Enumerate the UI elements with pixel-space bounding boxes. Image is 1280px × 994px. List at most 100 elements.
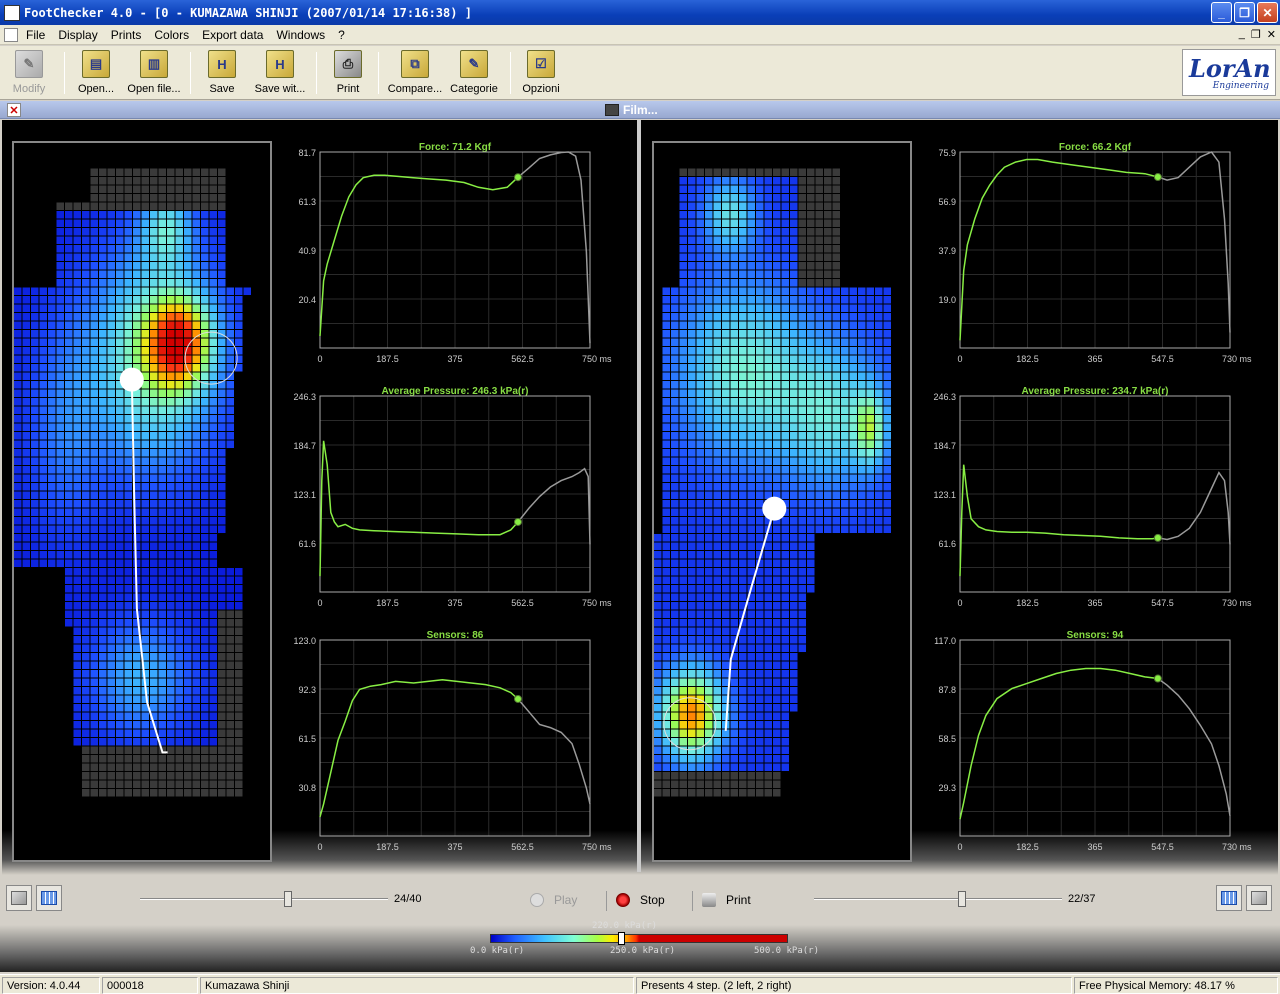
categorie-button[interactable]: ✎ Categorie <box>446 50 502 98</box>
play-button[interactable]: Play <box>530 893 577 907</box>
pressure-cell <box>14 313 22 321</box>
status-memory: Free Physical Memory: 48.17 % <box>1074 977 1278 994</box>
pressure-cell <box>175 313 183 321</box>
pressure-cell <box>201 466 209 474</box>
pressure-cell <box>90 381 98 389</box>
pressure-cell <box>807 355 815 363</box>
pressure-cell <box>31 483 39 491</box>
print-frame-button[interactable]: Print <box>702 893 751 907</box>
pressure-cell <box>22 466 30 474</box>
pressure-cell <box>14 457 22 465</box>
right-frame-slider[interactable] <box>814 889 1062 909</box>
right-view-toggle-button[interactable] <box>1246 885 1272 911</box>
pressure-cell <box>82 245 90 253</box>
pressure-cell <box>841 347 849 355</box>
right-slider-thumb[interactable] <box>958 891 966 907</box>
left-view-toggle-button[interactable] <box>6 885 32 911</box>
left-grid-view-button[interactable] <box>36 885 62 911</box>
pressure-cell <box>150 542 158 550</box>
pressure-cell <box>218 636 226 644</box>
menu-colors[interactable]: Colors <box>154 28 189 42</box>
mdi-minimize-button[interactable]: _ <box>1239 28 1245 41</box>
pressure-color-scale[interactable] <box>490 934 788 943</box>
save-button[interactable]: H Save <box>200 50 244 98</box>
pressure-cell <box>713 627 721 635</box>
pressure-cell <box>756 593 764 601</box>
open-button[interactable]: ▤ Open... <box>74 50 118 98</box>
pressure-cell <box>201 296 209 304</box>
pressure-cell <box>790 457 798 465</box>
right-grid-view-button[interactable] <box>1216 885 1242 911</box>
pressure-cell <box>730 194 738 202</box>
film-close-button[interactable]: ✕ <box>7 103 21 117</box>
left-foot-pressure-map[interactable] <box>12 141 272 862</box>
pressure-cell <box>107 321 115 329</box>
menu-display[interactable]: Display <box>58 28 97 42</box>
right-foot-pressure-map[interactable] <box>652 141 912 862</box>
pressure-cell <box>65 347 73 355</box>
pressure-cell <box>739 381 747 389</box>
open-file-button[interactable]: ▥ Open file... <box>124 50 184 98</box>
pressure-cell <box>764 406 772 414</box>
pressure-cell <box>824 279 832 287</box>
opzioni-button[interactable]: ☑ Opzioni <box>518 50 564 98</box>
pressure-cell <box>124 763 132 771</box>
pressure-cell <box>679 559 687 567</box>
pressure-cell <box>73 576 81 584</box>
pressure-cell <box>192 304 200 312</box>
pressure-cell <box>22 457 30 465</box>
pressure-cell <box>722 568 730 576</box>
pressure-cell <box>31 398 39 406</box>
pressure-cell <box>218 372 226 380</box>
pressure-cell <box>824 219 832 227</box>
close-button[interactable]: ✕ <box>1257 2 1278 23</box>
pressure-cell <box>90 585 98 593</box>
menu-file[interactable]: File <box>26 28 45 42</box>
left-frame-slider[interactable] <box>140 889 388 909</box>
mdi-restore-button[interactable]: ❐ <box>1251 28 1261 41</box>
modify-button[interactable]: ✎ Modify <box>8 50 50 98</box>
pressure-cell <box>14 381 22 389</box>
maximize-button[interactable]: ❐ <box>1234 2 1255 23</box>
pressure-cell <box>209 712 217 720</box>
pressure-cell <box>781 168 789 176</box>
pressure-cell <box>209 321 217 329</box>
pressure-cell <box>90 364 98 372</box>
pressure-cell <box>82 755 90 763</box>
pressure-cell <box>875 304 883 312</box>
left-slider-thumb[interactable] <box>284 891 292 907</box>
pressure-cell <box>849 449 857 457</box>
pressure-cell <box>235 661 243 669</box>
mdi-close-button[interactable]: ✕ <box>1267 28 1276 41</box>
pressure-cell <box>218 304 226 312</box>
pressure-cell <box>14 449 22 457</box>
menu-windows[interactable]: Windows <box>276 28 325 42</box>
pressure-cell <box>883 372 891 380</box>
pressure-cell <box>99 763 107 771</box>
pressure-cell <box>150 508 158 516</box>
pressure-cell <box>739 432 747 440</box>
pressure-cell <box>150 755 158 763</box>
pressure-cell <box>747 279 755 287</box>
pressure-cell <box>713 287 721 295</box>
pressure-cell <box>679 415 687 423</box>
stop-button[interactable]: Stop <box>616 893 665 907</box>
pressure-cell <box>790 355 798 363</box>
pressure-cell <box>99 780 107 788</box>
save-with-button[interactable]: H Save wit... <box>250 50 310 98</box>
compare-button[interactable]: ⧉ Compare... <box>386 50 444 98</box>
pressure-cell <box>875 525 883 533</box>
menu-help[interactable]: ? <box>338 28 345 42</box>
pressure-cell <box>107 296 115 304</box>
compare-icon: ⧉ <box>401 50 429 78</box>
menu-prints[interactable]: Prints <box>111 28 142 42</box>
menu-export-data[interactable]: Export data <box>202 28 263 42</box>
minimize-button[interactable]: _ <box>1211 2 1232 23</box>
pressure-cell <box>124 789 132 797</box>
print-button[interactable]: ⎙ Print <box>326 50 370 98</box>
colorbar-threshold-marker[interactable] <box>618 932 625 945</box>
pressure-cell <box>133 253 141 261</box>
pressure-cell <box>688 653 696 661</box>
document-icon[interactable] <box>4 27 18 42</box>
pressure-cell <box>22 398 30 406</box>
